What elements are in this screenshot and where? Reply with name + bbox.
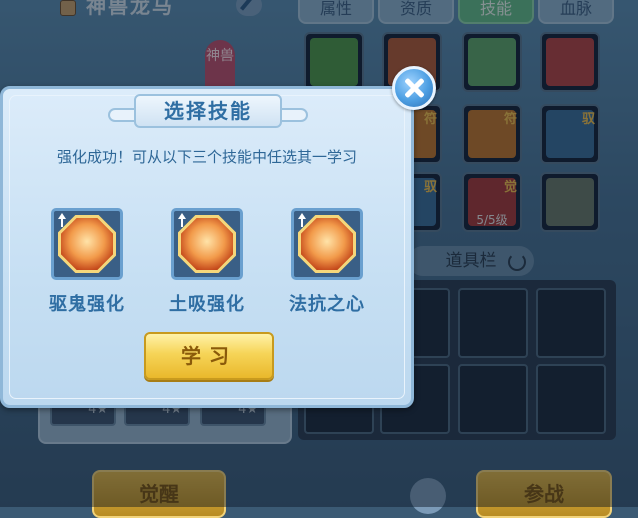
skill-option-1[interactable] xyxy=(51,208,123,280)
dialog-title: 选择技能 xyxy=(164,99,252,123)
skill-option-3[interactable] xyxy=(291,208,363,280)
upgrade-arrow-icon xyxy=(178,213,186,227)
learn-button[interactable]: 学习 xyxy=(144,332,274,380)
skill-option-2-label[interactable]: 土吸强化 xyxy=(152,290,262,316)
upgrade-arrow-icon xyxy=(298,213,306,227)
dialog-message: 强化成功！可从以下三个技能中任选其一学习 xyxy=(56,148,357,166)
skill-option-2[interactable] xyxy=(171,208,243,280)
upgrade-arrow-icon xyxy=(58,213,66,227)
skill-option-1-label[interactable]: 驱鬼强化 xyxy=(32,290,142,316)
skill-option-3-label[interactable]: 法抗之心 xyxy=(272,290,382,316)
close-icon[interactable] xyxy=(392,66,436,110)
